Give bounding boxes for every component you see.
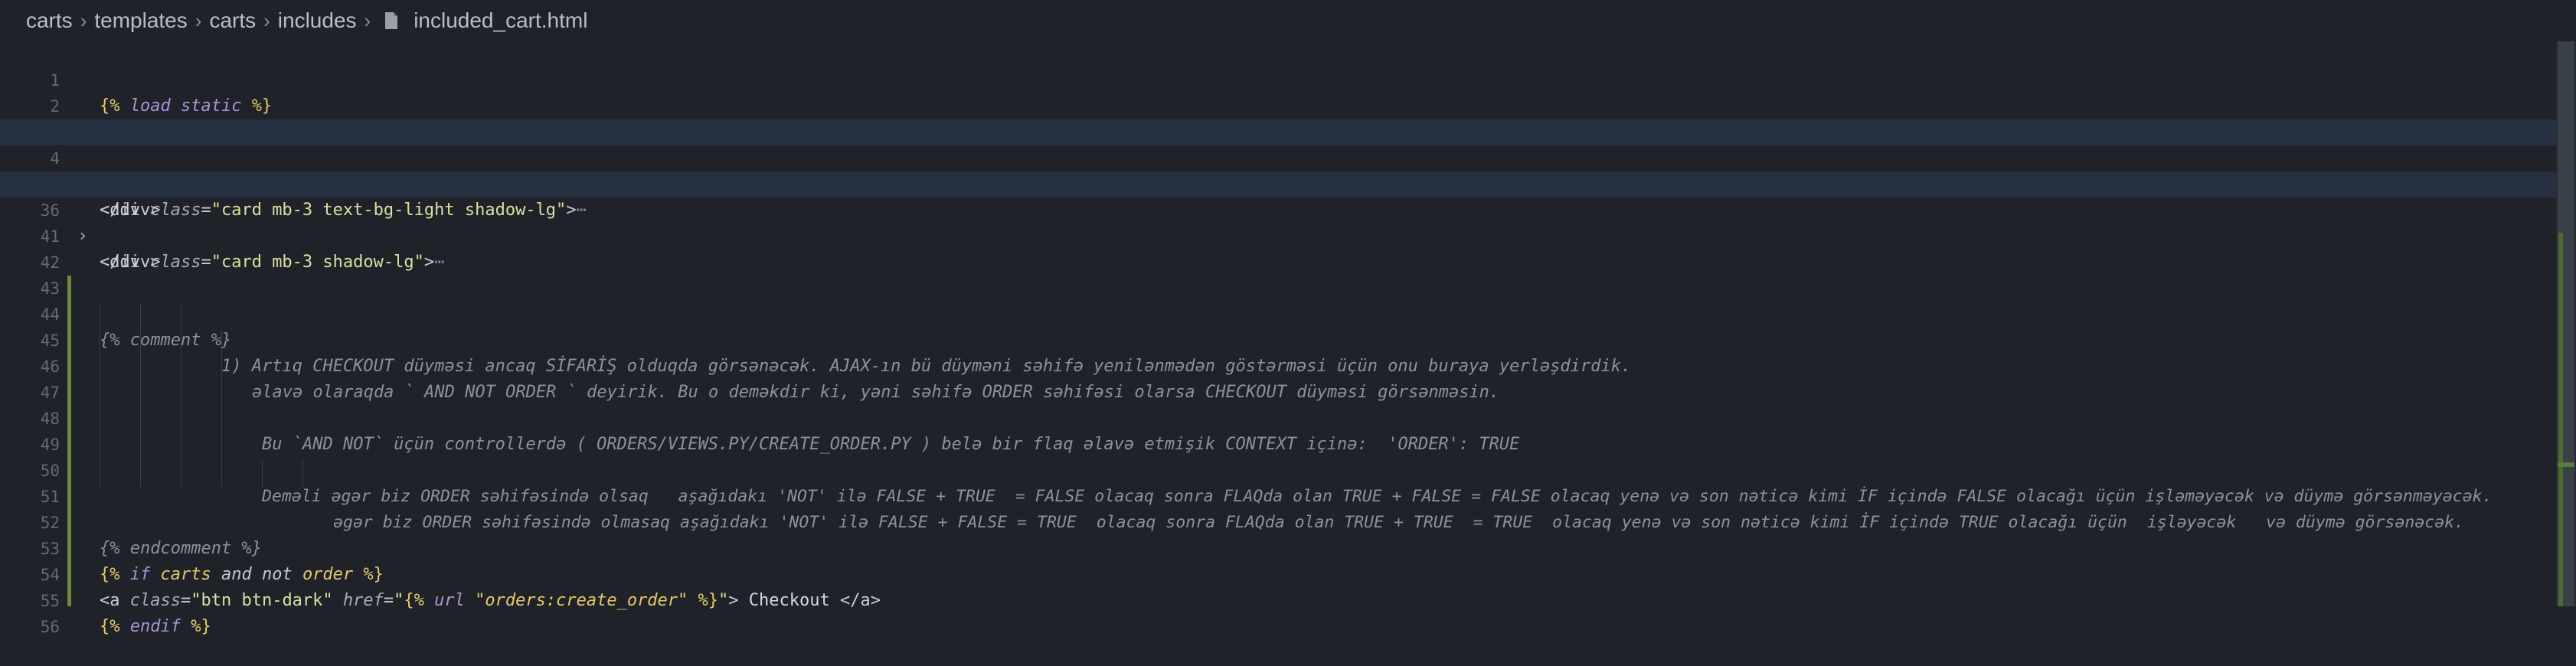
chevron-right-icon: › xyxy=(80,8,87,32)
breadcrumb-item-carts[interactable]: carts xyxy=(26,8,73,33)
code-editor[interactable]: 1 {% load static %} 2 3 4 › <div class="… xyxy=(0,41,2576,636)
breadcrumb-file-name[interactable]: included_cart.html xyxy=(414,8,587,33)
code-line[interactable]: 47 xyxy=(0,354,2558,402)
code-line-folded[interactable]: 4 › <div class="card mb-3 text-bg-light … xyxy=(0,119,2558,220)
code-line[interactable]: 1 {% load static %} xyxy=(0,41,2558,116)
code-line[interactable]: 45 1) Artıq CHECKOUT düyməsi ancaq SİFAR… xyxy=(0,302,2558,376)
file-icon xyxy=(384,11,398,30)
breadcrumb-item-carts-sub[interactable]: carts xyxy=(209,8,256,33)
code-line[interactable]: 46 əlavə olaraqda ` AND NOT ORDER ` deyi… xyxy=(0,328,2558,402)
code-line[interactable]: 55 {% endif %} xyxy=(0,562,2558,636)
code-line[interactable]: 3 xyxy=(0,93,2558,142)
code-line[interactable]: 48 Bu `AND NOT` üçün controllerdə ( ORDE… xyxy=(0,380,2558,454)
code-line[interactable]: 51 əgər biz ORDER səhifəsində olmasaq aş… xyxy=(0,458,2558,532)
breadcrumb-item-templates[interactable]: templates xyxy=(94,8,187,33)
code-line[interactable]: 41 </div> xyxy=(0,198,2558,272)
breadcrumb: carts › templates › carts › includes › i… xyxy=(0,0,2576,41)
code-line[interactable]: 50 Deməli əgər biz ORDER səhifəsində ols… xyxy=(0,432,2558,506)
chevron-right-icon: › xyxy=(263,8,270,32)
chevron-right-icon: › xyxy=(364,8,371,32)
vertical-scrollbar[interactable] xyxy=(2556,41,2576,606)
code-line[interactable]: 53 {% if carts and not order %} xyxy=(0,510,2558,584)
overview-ruler-modified xyxy=(2558,233,2563,606)
code-line[interactable]: 54 <a class="btn btn-dark" href="{% url … xyxy=(0,536,2558,610)
code-line[interactable]: 49 xyxy=(0,406,2558,454)
code-line[interactable]: 43 xyxy=(0,250,2558,298)
code-line[interactable]: 42 xyxy=(0,224,2558,272)
code-line[interactable]: 56 xyxy=(0,588,2558,636)
code-line[interactable]: 2 xyxy=(0,67,2558,116)
code-line[interactable]: 35 </div> xyxy=(0,145,2558,220)
overview-ruler-marker xyxy=(2558,462,2574,467)
line-number: 56 xyxy=(40,618,60,636)
code-line-folded[interactable]: 36 › <div class="card mb-3 shadow-lg">⋯ xyxy=(0,171,2558,272)
code-line[interactable]: 52 {% endcomment %} xyxy=(0,484,2558,558)
code-line[interactable]: 44 {% comment %} xyxy=(0,276,2558,350)
breadcrumb-item-includes[interactable]: includes xyxy=(278,8,357,33)
chevron-right-icon: › xyxy=(195,8,202,32)
